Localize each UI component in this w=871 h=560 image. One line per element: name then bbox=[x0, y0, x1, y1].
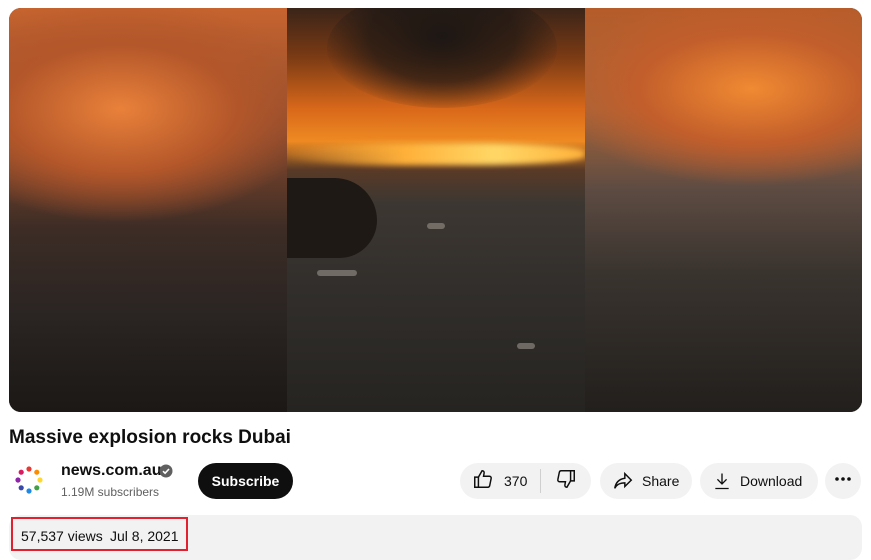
like-dislike-group: 370 bbox=[460, 463, 591, 499]
download-label: Download bbox=[740, 473, 803, 489]
video-blur-left bbox=[9, 8, 287, 412]
like-count: 370 bbox=[504, 473, 528, 489]
video-blur-right bbox=[585, 8, 862, 412]
dislike-button[interactable] bbox=[541, 463, 591, 499]
video-title: Massive explosion rocks Dubai bbox=[9, 427, 291, 448]
smoke-cloud bbox=[327, 8, 557, 108]
verified-icon bbox=[159, 464, 173, 478]
like-button[interactable]: 370 bbox=[460, 463, 540, 499]
channel-name[interactable]: news.com.au bbox=[61, 462, 161, 480]
more-options-icon bbox=[834, 470, 852, 493]
upload-date: Jul 8, 2021 bbox=[110, 528, 179, 544]
subscribe-button[interactable]: Subscribe bbox=[198, 463, 293, 499]
foreground-figure bbox=[287, 178, 377, 258]
debris bbox=[317, 270, 357, 276]
share-arrow-icon bbox=[612, 470, 634, 492]
subscriber-count: 1.19M subscribers bbox=[61, 485, 160, 499]
more-options-button[interactable] bbox=[825, 463, 861, 499]
share-label: Share bbox=[642, 473, 680, 489]
video-frame[interactable] bbox=[287, 8, 585, 412]
share-button[interactable]: Share bbox=[600, 463, 692, 499]
channel-avatar-icon[interactable] bbox=[14, 465, 44, 495]
thumbs-up-icon bbox=[472, 468, 494, 495]
download-icon bbox=[712, 471, 732, 491]
debris bbox=[517, 343, 535, 349]
video-player[interactable] bbox=[9, 8, 862, 412]
debris bbox=[427, 223, 445, 229]
fire-line bbox=[287, 143, 585, 165]
thumbs-down-icon bbox=[555, 468, 577, 495]
view-count: 57,537 views bbox=[21, 528, 103, 544]
download-button[interactable]: Download bbox=[700, 463, 818, 499]
